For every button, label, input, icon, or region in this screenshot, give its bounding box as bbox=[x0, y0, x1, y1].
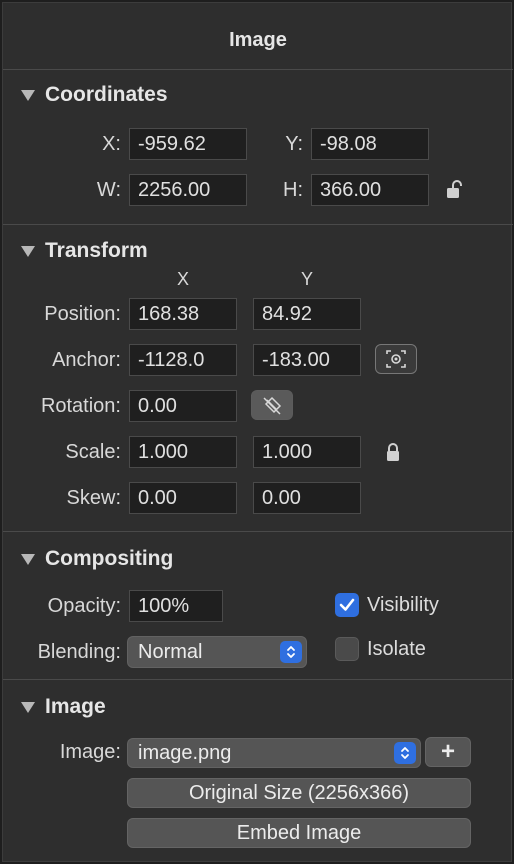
image-value: image.png bbox=[138, 742, 232, 764]
locked-padlock-icon[interactable] bbox=[385, 442, 403, 470]
scale-y-field[interactable]: 1.000 bbox=[253, 436, 361, 468]
divider bbox=[3, 69, 513, 70]
skew-y-field[interactable]: 0.00 bbox=[253, 482, 361, 514]
image-label: Image: bbox=[59, 741, 121, 763]
image-section-header[interactable]: Image bbox=[21, 695, 106, 719]
panel-title: Image bbox=[229, 29, 287, 51]
width-field[interactable]: 2256.00 bbox=[129, 174, 247, 206]
w-label: W: bbox=[96, 179, 121, 201]
skew-label: Skew: bbox=[66, 487, 121, 509]
blending-popup[interactable]: Normal bbox=[127, 636, 307, 668]
visibility-label: Visibility bbox=[367, 593, 439, 616]
disclosure-triangle-icon bbox=[21, 89, 35, 101]
anchor-target-button[interactable] bbox=[375, 344, 417, 374]
scale-label: Scale: bbox=[65, 441, 121, 463]
transform-section-header[interactable]: Transform bbox=[21, 239, 148, 263]
skew-x-field[interactable]: 0.00 bbox=[129, 482, 237, 514]
divider bbox=[3, 531, 513, 532]
rotation-reset-button[interactable] bbox=[251, 390, 293, 420]
blending-value: Normal bbox=[138, 641, 203, 663]
coordinates-section-header[interactable]: Coordinates bbox=[21, 83, 168, 107]
anchor-x-field[interactable]: -1128.0 bbox=[129, 344, 237, 376]
opacity-field[interactable]: 100% bbox=[129, 590, 223, 622]
empty-checkbox-icon bbox=[335, 637, 359, 661]
checkmark-icon bbox=[335, 593, 359, 617]
divider bbox=[3, 224, 513, 225]
position-y-field[interactable]: 84.92 bbox=[253, 298, 361, 330]
visibility-checkbox[interactable]: Visibility bbox=[335, 593, 439, 617]
rotation-reset-icon bbox=[263, 396, 282, 415]
divider bbox=[3, 679, 513, 680]
disclosure-triangle-icon bbox=[21, 701, 35, 713]
transform-header-label: Transform bbox=[45, 239, 148, 262]
isolate-label: Isolate bbox=[367, 637, 426, 660]
target-icon bbox=[386, 350, 406, 368]
unlocked-padlock-icon[interactable] bbox=[445, 179, 463, 207]
x-column-header: X bbox=[176, 269, 189, 289]
compositing-header-label: Compositing bbox=[45, 547, 174, 570]
height-field[interactable]: 366.00 bbox=[311, 174, 429, 206]
h-label: H: bbox=[283, 179, 303, 201]
original-size-button[interactable]: Original Size (2256x366) bbox=[127, 778, 471, 808]
rotation-field[interactable]: 0.00 bbox=[129, 390, 237, 422]
scale-x-field[interactable]: 1.000 bbox=[129, 436, 237, 468]
coordinates-header-label: Coordinates bbox=[45, 83, 168, 106]
y-label: Y: bbox=[285, 133, 303, 155]
disclosure-triangle-icon bbox=[21, 553, 35, 565]
stepper-chevrons-icon bbox=[280, 641, 302, 663]
image-popup[interactable]: image.png bbox=[127, 738, 421, 768]
x-label: X: bbox=[102, 133, 121, 155]
y-field[interactable]: -98.08 bbox=[311, 128, 429, 160]
stepper-chevrons-icon bbox=[394, 742, 416, 764]
embed-image-button[interactable]: Embed Image bbox=[127, 818, 471, 848]
y-column-header: Y bbox=[300, 269, 313, 289]
blending-label: Blending: bbox=[37, 641, 121, 663]
inspector-panel: Image Coordinates X: -959.62 Y: -98.08 W… bbox=[2, 2, 513, 862]
opacity-label: Opacity: bbox=[47, 595, 121, 617]
position-x-field[interactable]: 168.38 bbox=[129, 298, 237, 330]
disclosure-triangle-icon bbox=[21, 245, 35, 257]
x-field[interactable]: -959.62 bbox=[129, 128, 247, 160]
add-image-button[interactable]: + bbox=[425, 737, 471, 767]
anchor-y-field[interactable]: -183.00 bbox=[253, 344, 361, 376]
anchor-label: Anchor: bbox=[52, 349, 121, 371]
position-label: Position: bbox=[44, 303, 121, 325]
rotation-label: Rotation: bbox=[40, 395, 121, 417]
compositing-section-header[interactable]: Compositing bbox=[21, 547, 173, 571]
image-header-label: Image bbox=[45, 695, 106, 718]
isolate-checkbox[interactable]: Isolate bbox=[335, 637, 426, 661]
